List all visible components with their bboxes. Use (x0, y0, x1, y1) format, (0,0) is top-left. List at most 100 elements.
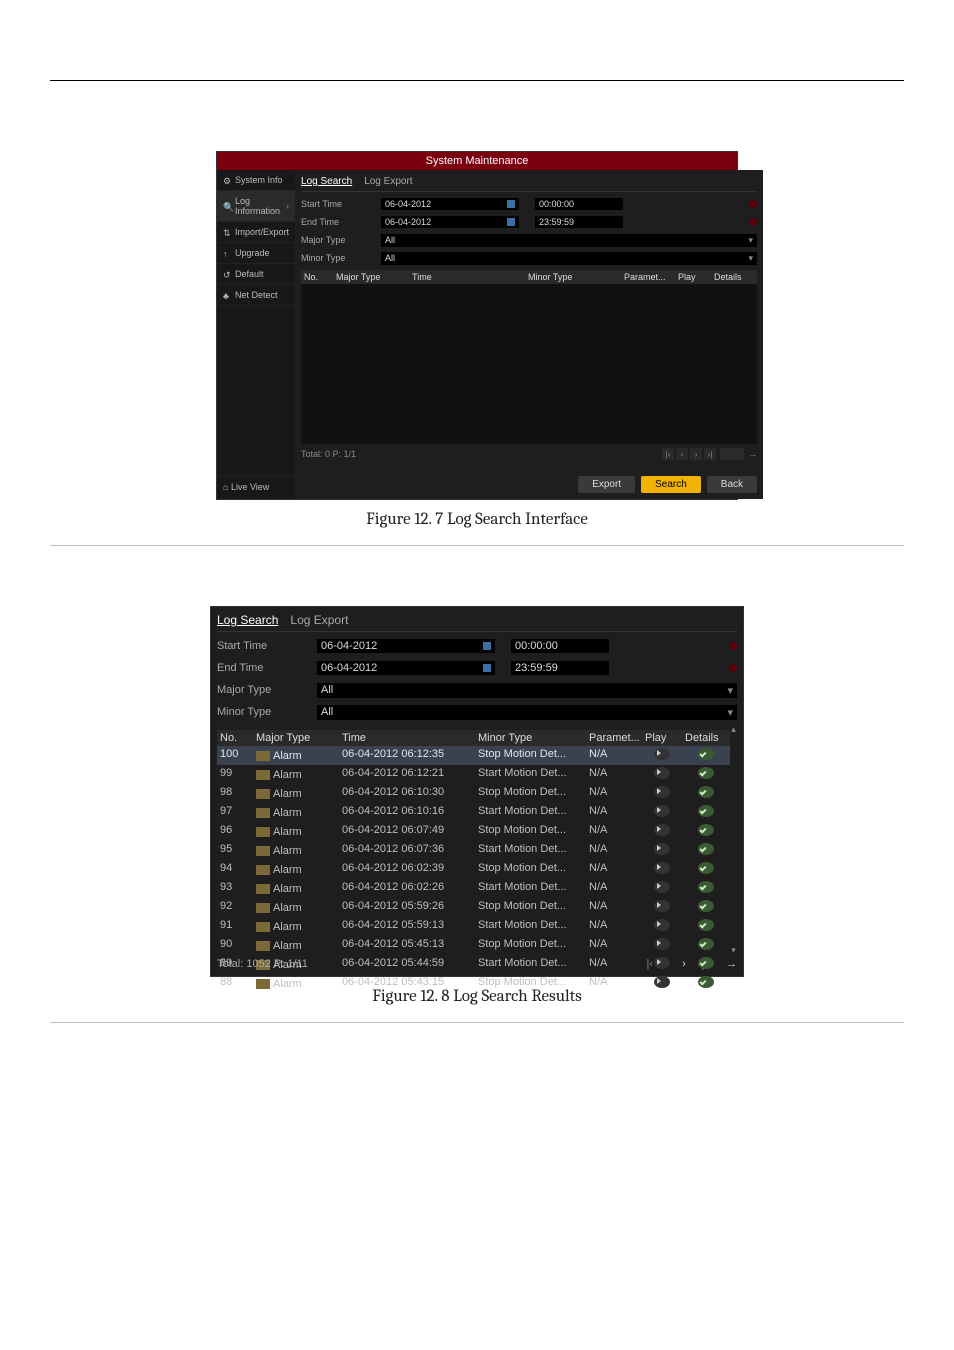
sidebar-item-default[interactable]: ↺Default (217, 264, 295, 285)
minor-type-select[interactable]: All▾ (381, 252, 757, 265)
play-icon[interactable] (654, 767, 670, 779)
play-icon[interactable] (654, 938, 670, 950)
major-type-select[interactable]: All▾ (381, 234, 757, 247)
cell-details[interactable] (682, 899, 730, 916)
cell-details[interactable] (682, 861, 730, 878)
play-icon[interactable] (654, 881, 670, 893)
play-icon[interactable] (654, 805, 670, 817)
pager-go-icon[interactable]: → (748, 449, 757, 459)
play-icon[interactable] (654, 957, 670, 969)
check-icon[interactable] (698, 976, 714, 988)
cell-details[interactable] (682, 975, 730, 992)
cell-play[interactable] (642, 975, 682, 992)
check-icon[interactable] (698, 824, 714, 836)
pager-go-icon[interactable]: → (726, 958, 737, 970)
check-icon[interactable] (698, 767, 714, 779)
table-row[interactable]: 90Alarm06-04-2012 05:45:13Stop Motion De… (217, 936, 730, 955)
table-row[interactable]: 98Alarm06-04-2012 06:10:30Stop Motion De… (217, 784, 730, 803)
play-icon[interactable] (654, 843, 670, 855)
cell-play[interactable] (642, 823, 682, 840)
start-time-input[interactable]: 00:00:00 (535, 198, 623, 210)
play-icon[interactable] (654, 919, 670, 931)
check-icon[interactable] (698, 843, 714, 855)
cell-play[interactable] (642, 747, 682, 764)
cell-details[interactable] (682, 766, 730, 783)
sidebar-item-net-detect[interactable]: ♣Net Detect (217, 285, 295, 306)
table-row[interactable]: 100Alarm06-04-2012 06:12:35Stop Motion D… (217, 746, 730, 765)
cell-details[interactable] (682, 937, 730, 954)
check-icon[interactable] (698, 881, 714, 893)
pager-next-icon[interactable]: › (690, 448, 702, 460)
sidebar-item-log-information[interactable]: 🔍Log Information› (217, 191, 295, 222)
clock-icon[interactable] (729, 642, 737, 650)
table-row[interactable]: 95Alarm06-04-2012 06:07:36Start Motion D… (217, 841, 730, 860)
play-icon[interactable] (654, 824, 670, 836)
check-icon[interactable] (698, 805, 714, 817)
start-date-input[interactable]: 06-04-2012 (381, 198, 519, 210)
pager-prev-icon[interactable]: ‹ (676, 448, 688, 460)
cell-play[interactable] (642, 899, 682, 916)
cell-details[interactable] (682, 823, 730, 840)
end-date-input[interactable]: 06-04-2012 (317, 661, 495, 675)
pager-last-icon[interactable]: ›| (704, 448, 716, 460)
major-type-select[interactable]: All▾ (317, 683, 737, 698)
table-row[interactable]: 92Alarm06-04-2012 05:59:26Stop Motion De… (217, 898, 730, 917)
pager-first-icon[interactable]: |‹ (662, 448, 674, 460)
sidebar-item-system-info[interactable]: ⚙System Info (217, 170, 295, 191)
cell-details[interactable] (682, 918, 730, 935)
pager-jump-input[interactable] (720, 448, 744, 460)
cell-play[interactable] (642, 880, 682, 897)
play-icon[interactable] (654, 862, 670, 874)
cell-details[interactable] (682, 842, 730, 859)
table-row[interactable]: 99Alarm06-04-2012 06:12:21Start Motion D… (217, 765, 730, 784)
table-row[interactable]: 96Alarm06-04-2012 06:07:49Stop Motion De… (217, 822, 730, 841)
back-button[interactable]: Back (707, 476, 757, 493)
tab-log-export[interactable]: Log Export (290, 613, 348, 627)
play-icon[interactable] (654, 900, 670, 912)
calendar-icon[interactable] (507, 200, 515, 208)
cell-play[interactable] (642, 861, 682, 878)
calendar-icon[interactable] (483, 664, 491, 672)
cell-play[interactable] (642, 804, 682, 821)
table-row[interactable]: 94Alarm06-04-2012 06:02:39Stop Motion De… (217, 860, 730, 879)
cell-details[interactable] (682, 785, 730, 802)
check-icon[interactable] (698, 957, 714, 969)
scroll-up-icon[interactable]: ▴ (731, 724, 736, 735)
cell-play[interactable] (642, 937, 682, 954)
end-time-input[interactable]: 23:59:59 (511, 661, 609, 675)
check-icon[interactable] (698, 862, 714, 874)
table-row[interactable]: 97Alarm06-04-2012 06:10:16Start Motion D… (217, 803, 730, 822)
scroll-down-icon[interactable]: ▾ (731, 945, 736, 956)
check-icon[interactable] (698, 786, 714, 798)
check-icon[interactable] (698, 900, 714, 912)
sidebar-item-upgrade[interactable]: ↑Upgrade (217, 243, 295, 264)
play-icon[interactable] (654, 786, 670, 798)
sidebar-item-live-view[interactable]: ⌂ Live View (217, 476, 295, 497)
cell-play[interactable] (642, 766, 682, 783)
clock-icon[interactable] (749, 218, 757, 226)
export-button[interactable]: Export (578, 476, 635, 493)
start-time-input[interactable]: 00:00:00 (511, 639, 609, 653)
minor-type-select[interactable]: All▾ (317, 705, 737, 720)
pager-next-icon[interactable]: › (677, 958, 691, 970)
play-icon[interactable] (654, 748, 670, 760)
calendar-icon[interactable] (507, 218, 515, 226)
table-row[interactable]: 91Alarm06-04-2012 05:59:13Start Motion D… (217, 917, 730, 936)
calendar-icon[interactable] (483, 642, 491, 650)
cell-play[interactable] (642, 842, 682, 859)
start-date-input[interactable]: 06-04-2012 (317, 639, 495, 653)
table-row[interactable]: 93Alarm06-04-2012 06:02:26Start Motion D… (217, 879, 730, 898)
tab-log-search[interactable]: Log Search (301, 176, 352, 187)
check-icon[interactable] (698, 748, 714, 760)
cell-play[interactable] (642, 785, 682, 802)
clock-icon[interactable] (729, 664, 737, 672)
cell-details[interactable] (682, 880, 730, 897)
cell-details[interactable] (682, 747, 730, 764)
cell-play[interactable] (642, 918, 682, 935)
cell-details[interactable] (682, 804, 730, 821)
tab-log-export[interactable]: Log Export (364, 176, 412, 187)
sidebar-item-import-export[interactable]: ⇅Import/Export (217, 222, 295, 243)
check-icon[interactable] (698, 919, 714, 931)
end-time-input[interactable]: 23:59:59 (535, 216, 623, 228)
search-button[interactable]: Search (641, 476, 701, 493)
